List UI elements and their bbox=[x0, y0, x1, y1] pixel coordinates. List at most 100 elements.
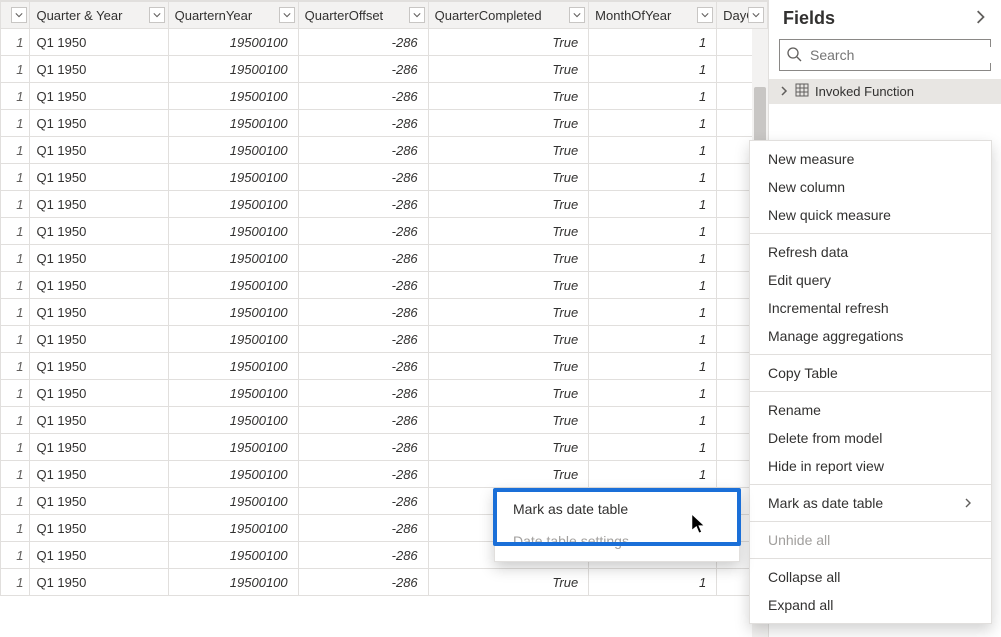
menu-separator bbox=[750, 233, 991, 234]
cell: 19500100 bbox=[168, 461, 298, 488]
table-row[interactable]: 1Q1 195019500100-286True1 bbox=[1, 164, 768, 191]
column-filter-button[interactable] bbox=[409, 7, 425, 23]
context-menu-item[interactable]: Manage aggregations bbox=[750, 322, 991, 350]
menu-item-label: Delete from model bbox=[768, 430, 882, 446]
cell: -286 bbox=[298, 83, 428, 110]
context-menu-item[interactable]: Hide in report view bbox=[750, 452, 991, 480]
table-row[interactable]: 1Q1 195019500100-286True1 bbox=[1, 434, 768, 461]
menu-item-label: Mark as date table bbox=[768, 495, 883, 511]
search-input[interactable] bbox=[810, 47, 991, 63]
cell: 1 bbox=[589, 353, 717, 380]
context-menu-item[interactable]: Mark as date table bbox=[750, 489, 991, 517]
column-filter-button[interactable] bbox=[748, 7, 764, 23]
row-index-cell: 1 bbox=[1, 110, 30, 137]
cell: -286 bbox=[298, 299, 428, 326]
context-menu-item[interactable]: New quick measure bbox=[750, 201, 991, 229]
column-header[interactable]: QuarterOffset bbox=[298, 2, 428, 29]
context-menu-item[interactable]: New column bbox=[750, 173, 991, 201]
cell: True bbox=[428, 326, 589, 353]
column-header[interactable]: DayOf bbox=[717, 2, 768, 29]
table-row[interactable]: 1Q1 195019500100-286True1 bbox=[1, 326, 768, 353]
context-menu-item[interactable]: New measure bbox=[750, 145, 991, 173]
cell: 19500100 bbox=[168, 218, 298, 245]
table-row[interactable]: 1Q1 195019500100-286True1 bbox=[1, 137, 768, 164]
row-index-cell: 1 bbox=[1, 353, 30, 380]
submenu-item-label: Mark as date table bbox=[513, 501, 628, 517]
cell: 1 bbox=[589, 218, 717, 245]
row-index-cell: 1 bbox=[1, 488, 30, 515]
cell: True bbox=[428, 137, 589, 164]
column-header[interactable]: QuarterCompleted bbox=[428, 2, 589, 29]
cell: Q1 1950 bbox=[30, 110, 168, 137]
table-row[interactable]: 1Q1 195019500100-286True1 bbox=[1, 56, 768, 83]
cell: 19500100 bbox=[168, 137, 298, 164]
row-index-header[interactable] bbox=[1, 2, 30, 29]
menu-separator bbox=[750, 521, 991, 522]
table-row[interactable]: 1Q1 195019500100-286True1 bbox=[1, 245, 768, 272]
cell: 1 bbox=[589, 191, 717, 218]
row-index-cell: 1 bbox=[1, 56, 30, 83]
cell: 19500100 bbox=[168, 56, 298, 83]
column-label: QuarterCompleted bbox=[435, 8, 542, 23]
context-menu-item[interactable]: Edit query bbox=[750, 266, 991, 294]
cell: 19500100 bbox=[168, 569, 298, 596]
table-row[interactable]: 1Q1 195019500100-286True1 bbox=[1, 380, 768, 407]
cell: 19500100 bbox=[168, 353, 298, 380]
column-filter-button[interactable] bbox=[149, 7, 165, 23]
table-row[interactable]: 1Q1 195019500100-286True1 bbox=[1, 569, 768, 596]
column-filter-button[interactable] bbox=[697, 7, 713, 23]
column-header[interactable]: MonthOfYear bbox=[589, 2, 717, 29]
context-menu-item[interactable]: Refresh data bbox=[750, 238, 991, 266]
cell: -286 bbox=[298, 569, 428, 596]
column-header[interactable]: Quarter & Year bbox=[30, 2, 168, 29]
mark-as-date-submenu: Mark as date table Date table settings bbox=[494, 488, 740, 562]
table-row[interactable]: 1Q1 195019500100-286True1 bbox=[1, 353, 768, 380]
scrollbar-thumb[interactable] bbox=[754, 87, 766, 147]
column-header[interactable]: QuarternYear bbox=[168, 2, 298, 29]
collapse-pane-chevron-icon[interactable] bbox=[973, 8, 987, 29]
table-row[interactable]: 1Q1 195019500100-286True1 bbox=[1, 407, 768, 434]
row-index-cell: 1 bbox=[1, 164, 30, 191]
submenu-item: Date table settings bbox=[495, 525, 739, 557]
row-index-cell: 1 bbox=[1, 29, 30, 56]
menu-item-label: New quick measure bbox=[768, 207, 891, 223]
table-row[interactable]: 1Q1 195019500100-286True1 bbox=[1, 461, 768, 488]
cell: 19500100 bbox=[168, 542, 298, 569]
cell: True bbox=[428, 380, 589, 407]
cell: Q1 1950 bbox=[30, 542, 168, 569]
table-row[interactable]: 1Q1 195019500100-286True1 bbox=[1, 83, 768, 110]
column-label: QuarternYear bbox=[175, 8, 253, 23]
column-filter-button[interactable] bbox=[11, 7, 27, 23]
context-menu-item[interactable]: Copy Table bbox=[750, 359, 991, 387]
context-menu-item[interactable]: Collapse all bbox=[750, 563, 991, 591]
column-filter-button[interactable] bbox=[279, 7, 295, 23]
column-filter-button[interactable] bbox=[569, 7, 585, 23]
context-menu-item[interactable]: Expand all bbox=[750, 591, 991, 619]
row-index-cell: 1 bbox=[1, 245, 30, 272]
table-row[interactable]: 1Q1 195019500100-286True1 bbox=[1, 218, 768, 245]
cell: -286 bbox=[298, 191, 428, 218]
submenu-item[interactable]: Mark as date table bbox=[495, 493, 739, 525]
field-table-item[interactable]: Invoked Function bbox=[769, 79, 1001, 104]
table-row[interactable]: 1Q1 195019500100-286True1 bbox=[1, 299, 768, 326]
context-menu-item[interactable]: Incremental refresh bbox=[750, 294, 991, 322]
cell: -286 bbox=[298, 110, 428, 137]
cell: Q1 1950 bbox=[30, 137, 168, 164]
cell: True bbox=[428, 245, 589, 272]
cell: 19500100 bbox=[168, 407, 298, 434]
menu-separator bbox=[750, 484, 991, 485]
cell: 1 bbox=[589, 461, 717, 488]
table-row[interactable]: 1Q1 195019500100-286True1 bbox=[1, 272, 768, 299]
menu-item-label: Incremental refresh bbox=[768, 300, 889, 316]
fields-search[interactable] bbox=[779, 39, 991, 71]
table-row[interactable]: 1Q1 195019500100-286True1 bbox=[1, 191, 768, 218]
menu-item-label: New measure bbox=[768, 151, 854, 167]
cell: Q1 1950 bbox=[30, 569, 168, 596]
context-menu-item[interactable]: Rename bbox=[750, 396, 991, 424]
table-row[interactable]: 1Q1 195019500100-286True1 bbox=[1, 110, 768, 137]
cell: Q1 1950 bbox=[30, 245, 168, 272]
context-menu-item[interactable]: Delete from model bbox=[750, 424, 991, 452]
row-index-cell: 1 bbox=[1, 299, 30, 326]
cell: Q1 1950 bbox=[30, 380, 168, 407]
table-row[interactable]: 1Q1 195019500100-286True1 bbox=[1, 29, 768, 56]
